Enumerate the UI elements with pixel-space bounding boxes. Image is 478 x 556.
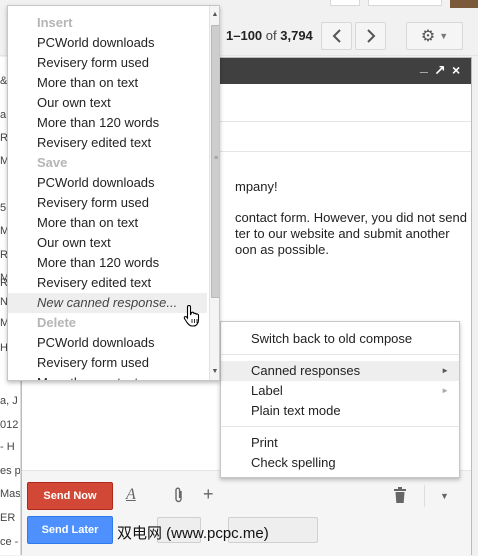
send-now-button[interactable]: Send Now <box>27 482 113 510</box>
watermark: 双电网 (www.pcpc.me) <box>117 525 269 542</box>
scroll-thumb[interactable]: ≡ <box>211 25 219 298</box>
text-format-icon[interactable]: A <box>126 486 136 504</box>
attach-icon[interactable] <box>174 487 184 503</box>
delete-item[interactable]: Revisery form used <box>8 353 207 373</box>
gear-icon: ⚙ <box>420 28 436 45</box>
save-heading: Save <box>37 155 68 170</box>
insert-item[interactable]: Revisery form used <box>8 53 207 73</box>
menu-separator <box>221 354 459 355</box>
menu-item-canned-responses[interactable]: Canned responses ► <box>221 361 459 381</box>
body-line: mpany! <box>235 179 278 194</box>
chevron-down-icon: ▼ <box>440 491 449 501</box>
more-options-button[interactable]: ▼ <box>424 485 464 507</box>
menu-item-plain-text[interactable]: Plain text mode <box>221 401 459 421</box>
delete-item[interactable]: PCWorld downloads <box>8 333 207 353</box>
chevron-right-icon <box>366 29 375 43</box>
menu-item-label: Print <box>251 435 278 450</box>
close-icon[interactable]: × <box>452 62 460 78</box>
scroll-up-icon[interactable]: ▲ <box>210 8 219 21</box>
menu-item-check-spelling[interactable]: Check spelling <box>221 453 459 473</box>
plus-icon[interactable]: + <box>203 484 214 505</box>
toolbar-button-partial[interactable] <box>330 0 360 6</box>
insert-item[interactable]: More than 120 words <box>8 113 207 133</box>
list-item[interactable]: ce - <box>0 536 18 548</box>
insert-item[interactable]: Revisery edited text <box>8 133 207 153</box>
chevron-right-icon: ► <box>441 386 449 395</box>
hand-cursor-icon <box>183 304 200 327</box>
toolbar-button-partial[interactable] <box>368 0 442 6</box>
body-line: contact form. However, you did not send <box>235 210 467 225</box>
body-line: oon as possible. <box>235 242 329 257</box>
send-later-button[interactable]: Send Later <box>27 516 113 544</box>
settings-button[interactable]: ⚙ ▼ <box>406 22 463 50</box>
minimize-icon[interactable]: _ <box>420 58 428 74</box>
popout-icon[interactable]: ↗ <box>434 62 446 79</box>
page-count: 1–100 of 3,794 <box>226 28 313 43</box>
chevron-left-icon <box>332 29 341 43</box>
list-item[interactable]: a <box>0 109 6 121</box>
compose-options-menu: Switch back to old compose Canned respon… <box>220 321 460 478</box>
save-item[interactable]: Revisery edited text <box>8 273 207 293</box>
insert-item[interactable]: Our own text <box>8 93 207 113</box>
menu-item-label: Canned responses <box>251 363 361 378</box>
menu-separator <box>221 426 459 427</box>
body-line: ter to our website and submit another <box>235 226 450 241</box>
new-canned-response-item[interactable]: New canned response... <box>8 293 207 313</box>
scrollbar[interactable]: ▲ ≡ ▼ <box>209 6 219 380</box>
list-item[interactable]: Mas <box>0 488 20 500</box>
menu-item-switch-compose[interactable]: Switch back to old compose <box>221 329 459 349</box>
menu-item-label[interactable]: Label ► <box>221 381 459 401</box>
insert-item[interactable]: PCWorld downloads <box>8 33 207 53</box>
list-item[interactable]: - H <box>0 441 15 453</box>
chevron-down-icon: ▼ <box>439 31 449 41</box>
avatar[interactable] <box>450 0 478 8</box>
delete-item[interactable]: More than on text <box>8 373 207 380</box>
chevron-right-icon: ► <box>441 366 449 375</box>
page-total: 3,794 <box>280 28 313 43</box>
list-item[interactable]: 5 <box>0 202 6 214</box>
scroll-down-icon[interactable]: ▼ <box>210 365 219 378</box>
list-item[interactable]: es p <box>0 465 20 477</box>
save-item[interactable]: More than on text <box>8 213 207 233</box>
save-item[interactable]: More than 120 words <box>8 253 207 273</box>
save-item[interactable]: Our own text <box>8 233 207 253</box>
menu-item-label: Plain text mode <box>251 403 341 418</box>
save-item[interactable]: Revisery form used <box>8 193 207 213</box>
menu-item-print[interactable]: Print <box>221 433 459 453</box>
list-item[interactable]: 012 <box>0 419 18 431</box>
menu-item-label: Label <box>251 383 283 398</box>
page-of: of <box>265 28 277 43</box>
list-item[interactable]: ER <box>0 512 15 524</box>
save-item[interactable]: PCWorld downloads <box>8 173 207 193</box>
page-range: 1–100 <box>226 28 263 43</box>
menu-item-label: Check spelling <box>251 455 336 470</box>
trash-icon[interactable] <box>393 487 407 503</box>
compose-footer: Send Now A + ▼ Send Later 双电网 (www.pcpc.… <box>22 470 471 556</box>
list-item[interactable]: a, J <box>0 395 18 407</box>
grip-icon: ≡ <box>214 155 219 162</box>
insert-heading: Insert <box>37 15 73 30</box>
menu-item-label: Switch back to old compose <box>251 331 413 346</box>
delete-heading: Delete <box>37 315 77 330</box>
newer-button[interactable] <box>355 22 386 50</box>
insert-item[interactable]: More than on text <box>8 73 207 93</box>
older-button[interactable] <box>321 22 352 50</box>
